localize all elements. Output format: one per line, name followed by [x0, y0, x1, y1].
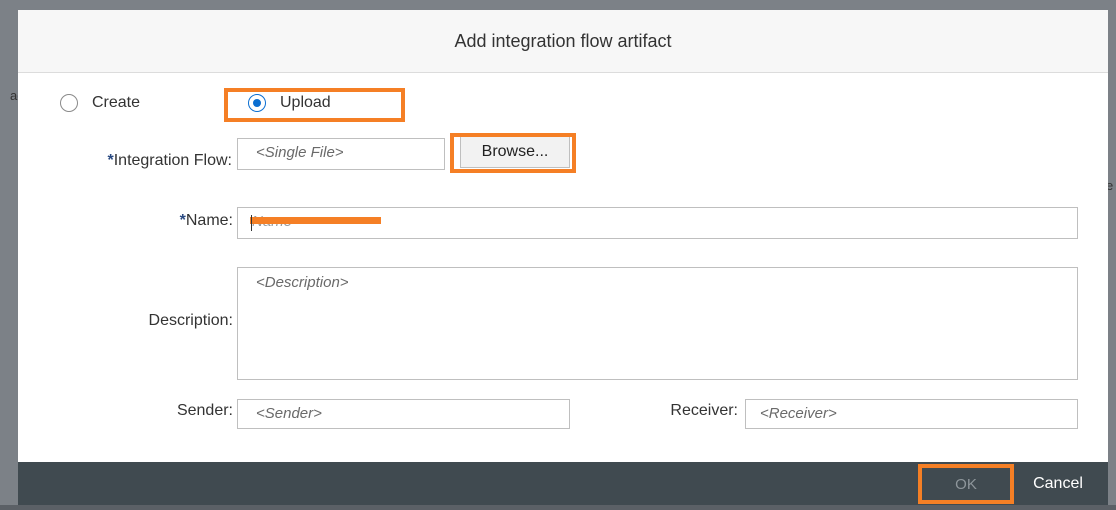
receiver-input[interactable]: <Receiver> [745, 399, 1078, 429]
add-integration-flow-dialog: Add integration flow artifact Create Upl… [18, 10, 1108, 505]
background-overlay-right [1108, 0, 1116, 510]
integration-flow-placeholder: <Single File> [256, 144, 344, 161]
background-overlay-top [0, 0, 1116, 10]
upload-highlight-box [224, 88, 405, 122]
name-redaction-bar [250, 217, 381, 224]
description-label-text: Description: [148, 312, 233, 329]
create-radio-button[interactable] [60, 94, 78, 112]
sender-placeholder: <Sender> [256, 405, 322, 422]
background-overlay-bottom [0, 505, 1116, 510]
receiver-label: Receiver: [618, 402, 738, 420]
sender-input[interactable]: <Sender> [237, 399, 570, 429]
receiver-placeholder: <Receiver> [760, 405, 837, 422]
sender-label-text: Sender: [176, 402, 233, 419]
text-cursor [251, 215, 252, 231]
integration-flow-label: *Integration Flow: [48, 152, 232, 170]
name-label: *Name: [78, 212, 233, 230]
browse-highlight-box [450, 133, 576, 173]
description-textarea[interactable]: <Description> [237, 267, 1078, 380]
name-label-text: Name: [185, 212, 233, 229]
sender-label: Sender: [78, 402, 233, 420]
create-radio-option[interactable]: Create [60, 94, 140, 112]
receiver-label-text: Receiver: [670, 402, 738, 419]
ok-highlight-box [918, 464, 1014, 504]
cancel-button[interactable]: Cancel [1018, 470, 1098, 498]
integration-flow-file-input[interactable]: <Single File> [237, 138, 445, 170]
integration-flow-label-text: Integration Flow: [113, 152, 232, 169]
dialog-title: Add integration flow artifact [454, 30, 672, 51]
description-label: Description: [78, 312, 233, 330]
dialog-footer: OK Cancel [18, 462, 1108, 505]
description-placeholder: <Description> [256, 274, 349, 291]
cancel-button-label: Cancel [1033, 475, 1083, 492]
create-radio-label: Create [92, 94, 141, 111]
background-overlay-left [0, 0, 18, 510]
dialog-header: Add integration flow artifact [18, 10, 1108, 73]
